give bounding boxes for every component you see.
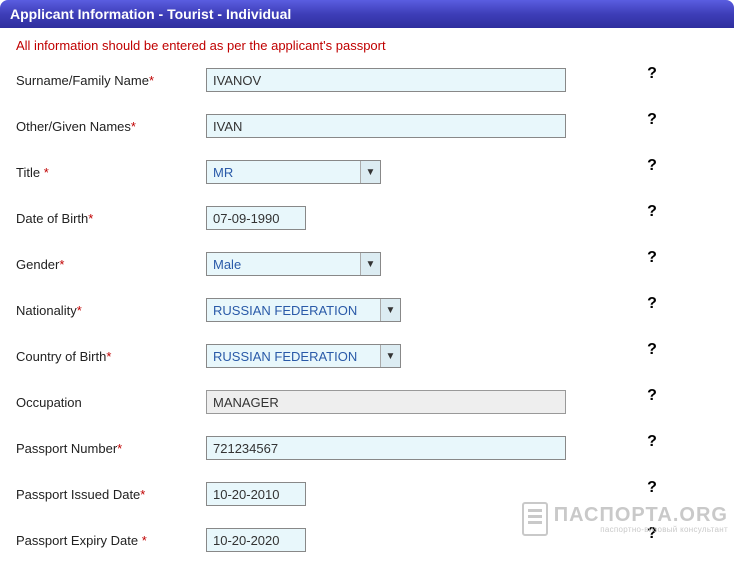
label-nationality: Nationality* [16,303,206,318]
help-icon[interactable]: ? [586,295,718,313]
chevron-down-icon: ▼ [360,253,380,275]
row-passport-number: Passport Number* ? [16,425,718,471]
row-other-names: Other/Given Names* ? [16,103,718,149]
label-occupation: Occupation [16,395,206,410]
title-select[interactable]: MR ▼ [206,160,381,184]
help-icon[interactable]: ? [586,65,718,83]
label-passport-expiry: Passport Expiry Date * [16,533,206,548]
help-icon[interactable]: ? [586,433,718,451]
row-occupation: Occupation ? [16,379,718,425]
chevron-down-icon: ▼ [380,299,400,321]
form-area: Surname/Family Name* ? Other/Given Names… [0,57,734,573]
chevron-down-icon: ▼ [360,161,380,183]
passport-expiry-input[interactable] [206,528,306,552]
row-dob: Date of Birth* ? [16,195,718,241]
row-title: Title * MR ▼ ? [16,149,718,195]
label-title: Title * [16,165,206,180]
label-other-names: Other/Given Names* [16,119,206,134]
help-icon[interactable]: ? [586,111,718,129]
passport-notice: All information should be entered as per… [0,28,734,57]
nationality-select[interactable]: RUSSIAN FEDERATION ▼ [206,298,401,322]
dob-input[interactable] [206,206,306,230]
chevron-down-icon: ▼ [380,345,400,367]
row-gender: Gender* Male ▼ ? [16,241,718,287]
surname-input[interactable] [206,68,566,92]
row-cob: Country of Birth* RUSSIAN FEDERATION ▼ ? [16,333,718,379]
passport-number-input[interactable] [206,436,566,460]
help-icon[interactable]: ? [586,203,718,221]
row-surname: Surname/Family Name* ? [16,57,718,103]
help-icon[interactable]: ? [586,249,718,267]
row-nationality: Nationality* RUSSIAN FEDERATION ▼ ? [16,287,718,333]
help-icon[interactable]: ? [586,341,718,359]
row-passport-issued: Passport Issued Date* ? [16,471,718,517]
label-gender: Gender* [16,257,206,272]
label-passport-number: Passport Number* [16,441,206,456]
label-cob: Country of Birth* [16,349,206,364]
other-names-input[interactable] [206,114,566,138]
help-icon[interactable]: ? [586,525,718,543]
country-of-birth-select[interactable]: RUSSIAN FEDERATION ▼ [206,344,401,368]
panel-header: Applicant Information - Tourist - Indivi… [0,0,734,28]
occupation-input[interactable] [206,390,566,414]
help-icon[interactable]: ? [586,157,718,175]
panel-title: Applicant Information - Tourist - Indivi… [10,6,291,22]
passport-issued-input[interactable] [206,482,306,506]
help-icon[interactable]: ? [586,479,718,497]
gender-select[interactable]: Male ▼ [206,252,381,276]
row-passport-expiry: Passport Expiry Date * ? [16,517,718,563]
label-passport-issued: Passport Issued Date* [16,487,206,502]
help-icon[interactable]: ? [586,387,718,405]
label-surname: Surname/Family Name* [16,73,206,88]
label-dob: Date of Birth* [16,211,206,226]
